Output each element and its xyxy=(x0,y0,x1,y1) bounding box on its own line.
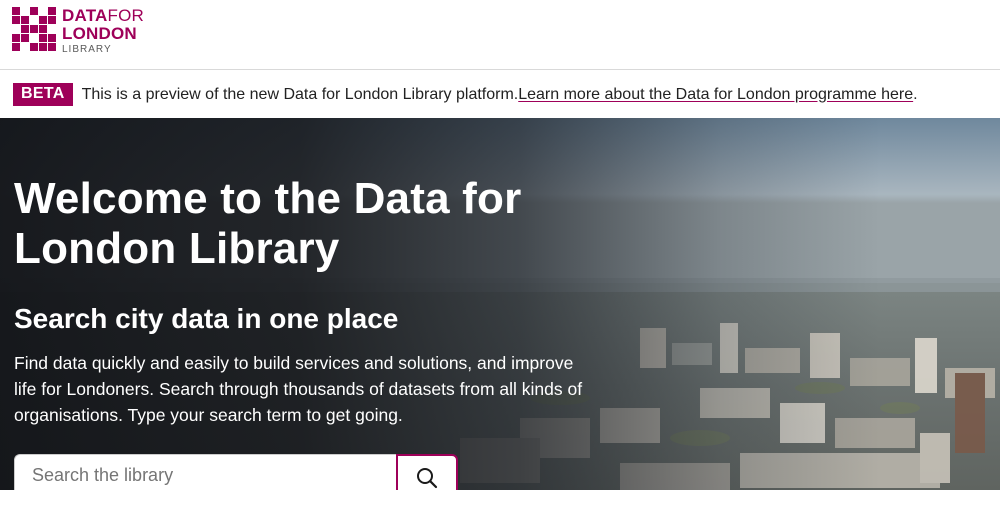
logo-grid-icon xyxy=(12,7,56,51)
search-button[interactable] xyxy=(396,454,458,490)
logo-word-data: DATA xyxy=(62,6,108,25)
hero-subtitle: Search city data in one place xyxy=(14,303,399,334)
site-header: DATAFOR LONDON LIBRARY xyxy=(0,0,1000,70)
page-title: Welcome to the Data for London Library xyxy=(14,174,522,273)
beta-learn-more-link[interactable]: Learn more about the Data for London pro… xyxy=(518,86,913,104)
hero-content: Welcome to the Data for London Library S… xyxy=(14,118,614,428)
logo-word-london: LONDON xyxy=(62,24,137,43)
logo-word-library: LIBRARY xyxy=(62,44,112,55)
hero-description: Find data quickly and easily to build se… xyxy=(14,353,583,425)
search-input[interactable] xyxy=(14,454,396,490)
beta-banner: BETA This is a preview of the new Data f… xyxy=(0,71,1000,118)
beta-message: This is a preview of the new Data for Lo… xyxy=(81,85,519,103)
search-form xyxy=(14,454,458,490)
site-logo[interactable]: DATAFOR LONDON LIBRARY xyxy=(12,7,144,55)
logo-wordmark: DATAFOR LONDON LIBRARY xyxy=(62,7,144,55)
search-icon xyxy=(417,468,438,489)
page-body-start xyxy=(0,490,1000,513)
hero-section: Welcome to the Data for London Library S… xyxy=(0,118,1000,490)
logo-word-for: FOR xyxy=(107,6,144,25)
beta-badge: BETA xyxy=(13,83,73,106)
beta-trailing-period: . xyxy=(913,85,918,103)
